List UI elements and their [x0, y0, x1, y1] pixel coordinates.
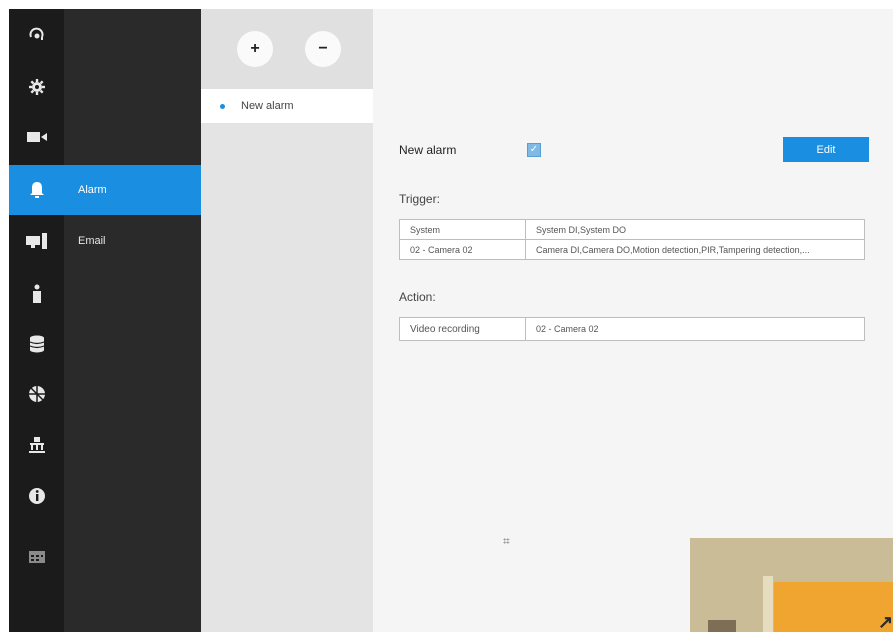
selected-dot-icon	[220, 103, 225, 109]
computer-icon[interactable]	[9, 216, 64, 266]
table-cell: System DI,System DO	[525, 219, 865, 240]
submenu-item-label: Email	[78, 235, 106, 247]
table-row: Video recording 02 - Camera 02	[399, 317, 865, 341]
remove-alarm-button[interactable]: −	[305, 31, 341, 67]
list-item[interactable]: New alarm	[201, 89, 373, 123]
submenu-item-alarm[interactable]: Alarm	[64, 165, 201, 215]
preview-object	[708, 620, 736, 632]
database-icon[interactable]	[9, 319, 64, 369]
submenu-item-email[interactable]: Email	[64, 216, 201, 266]
video-camera-icon[interactable]	[9, 112, 64, 162]
table-cell: Camera DI,Camera DO,Motion detection,PIR…	[525, 239, 865, 260]
page-title: New alarm	[399, 143, 457, 157]
table-row: 02 - Camera 02 Camera DI,Camera DO,Motio…	[399, 239, 865, 260]
trigger-heading: Trigger:	[399, 192, 440, 206]
person-icon[interactable]	[9, 269, 64, 319]
submenu-item-label: Alarm	[78, 184, 107, 196]
table-cell: System	[399, 219, 526, 240]
preview-orange-panel	[774, 582, 893, 632]
table-cell: 02 - Camera 02	[525, 317, 865, 341]
table-row: System System DI,System DO	[399, 219, 865, 240]
info-icon[interactable]	[9, 471, 64, 521]
network-icon[interactable]	[9, 369, 64, 419]
bell-icon[interactable]	[9, 165, 64, 215]
alarm-name: New alarm	[241, 100, 294, 112]
app-window: Alarm Email + − New alarm New alarm ✓ Ed…	[9, 9, 893, 632]
table-cell: Video recording	[399, 317, 526, 341]
action-heading: Action:	[399, 290, 436, 304]
submenu: Alarm Email	[64, 9, 201, 632]
add-alarm-button[interactable]: +	[237, 31, 273, 67]
preview-door-frame	[763, 576, 773, 632]
gear-icon[interactable]	[9, 62, 64, 112]
preview-logo-icon: ↗	[878, 612, 893, 632]
calendar-icon[interactable]	[9, 531, 64, 581]
edit-button[interactable]: Edit	[783, 137, 869, 162]
bank-icon[interactable]	[9, 420, 64, 470]
icon-sidebar	[9, 9, 64, 632]
table-cell: 02 - Camera 02	[399, 239, 526, 260]
home-icon[interactable]	[9, 9, 64, 59]
mouse-cursor-icon: ⌗	[503, 534, 510, 548]
camera-preview[interactable]: ↗	[690, 538, 893, 632]
trigger-table: System System DI,System DO 02 - Camera 0…	[399, 219, 865, 260]
enable-checkbox[interactable]: ✓	[527, 143, 541, 157]
alarm-list-toolbar: + −	[201, 9, 373, 89]
action-table: Video recording 02 - Camera 02	[399, 317, 865, 341]
alarm-list-panel: + − New alarm	[201, 9, 373, 632]
